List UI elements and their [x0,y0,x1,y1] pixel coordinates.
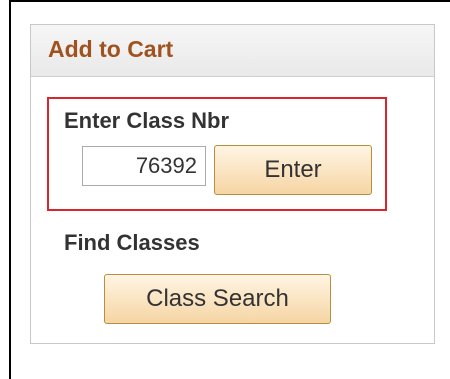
class-search-button[interactable]: Class Search [104,274,331,324]
enter-class-label: Enter Class Nbr [64,108,230,133]
class-number-input[interactable] [82,146,206,186]
panel-title: Add to Cart [48,36,174,62]
enter-button[interactable]: Enter [214,145,372,195]
find-classes-label: Find Classes [64,230,200,255]
panel-header: Add to Cart [31,25,434,77]
